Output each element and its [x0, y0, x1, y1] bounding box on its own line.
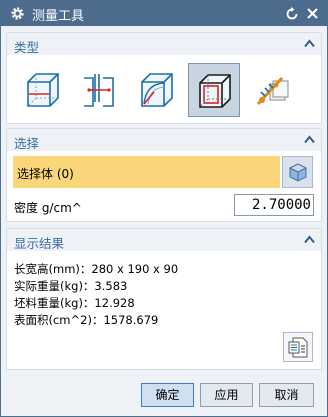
section-cut-icon	[84, 74, 114, 107]
select-body-label: 选择体 (0)	[17, 167, 74, 181]
close-icon[interactable]	[306, 7, 319, 20]
title-bar: 测量工具	[1, 1, 327, 26]
type-button-rounded-corner[interactable]	[131, 63, 183, 117]
measure-brush-icon	[256, 76, 289, 106]
cube-icon	[288, 163, 308, 182]
result-blank-weight: 坯料重量(kg)：12.928	[14, 296, 135, 310]
reset-icon[interactable]	[285, 7, 299, 21]
density-input[interactable]: 2.70000	[234, 194, 314, 216]
measure-tool-dialog: 测量工具 类型 选择 选择体 (0) 密度 g/cm^ 2.70000 显示结果…	[0, 0, 328, 417]
bounding-box-icon	[199, 74, 231, 108]
select-body-button[interactable]	[282, 156, 313, 188]
report-button[interactable]	[283, 332, 313, 362]
results-section-header[interactable]: 显示结果	[7, 229, 321, 251]
type-section: 类型	[6, 32, 322, 124]
density-label: 密度 g/cm^	[14, 201, 82, 215]
type-button-section-cut[interactable]	[74, 63, 126, 117]
results-section: 显示结果 长宽高(mm)：280 x 190 x 90 实际重量(kg)：3.5…	[6, 228, 322, 370]
type-button-measure-brush[interactable]	[245, 63, 297, 117]
select-body-row[interactable]: 选择体 (0)	[13, 156, 280, 188]
select-section-title: 选择	[14, 136, 40, 151]
results-section-title: 显示结果	[14, 236, 65, 251]
apply-button[interactable]: 应用	[200, 383, 253, 407]
chevron-up-icon[interactable]	[304, 39, 315, 48]
cube-diagonal-icon	[27, 73, 59, 107]
chevron-up-icon[interactable]	[304, 235, 315, 244]
type-button-bounding-box[interactable]	[188, 63, 240, 117]
gear-icon	[11, 7, 24, 20]
chevron-up-icon[interactable]	[304, 135, 315, 144]
type-section-title: 类型	[14, 40, 40, 55]
type-button-cube-diagonal[interactable]	[17, 63, 69, 117]
cancel-button[interactable]: 取消	[259, 383, 314, 407]
result-dimensions: 长宽高(mm)：280 x 190 x 90	[14, 262, 179, 276]
type-section-header[interactable]: 类型	[7, 33, 321, 55]
report-document-icon	[288, 337, 308, 358]
ok-button[interactable]: 确定	[141, 383, 194, 407]
rounded-corner-icon	[141, 73, 173, 107]
result-actual-weight: 实际重量(kg)：3.583	[14, 279, 128, 293]
dialog-title: 测量工具	[32, 9, 85, 24]
select-section: 选择 选择体 (0) 密度 g/cm^ 2.70000	[6, 128, 322, 222]
select-section-header[interactable]: 选择	[7, 129, 321, 151]
result-surface-area: 表面积(cm^2)：1578.679	[14, 313, 159, 327]
